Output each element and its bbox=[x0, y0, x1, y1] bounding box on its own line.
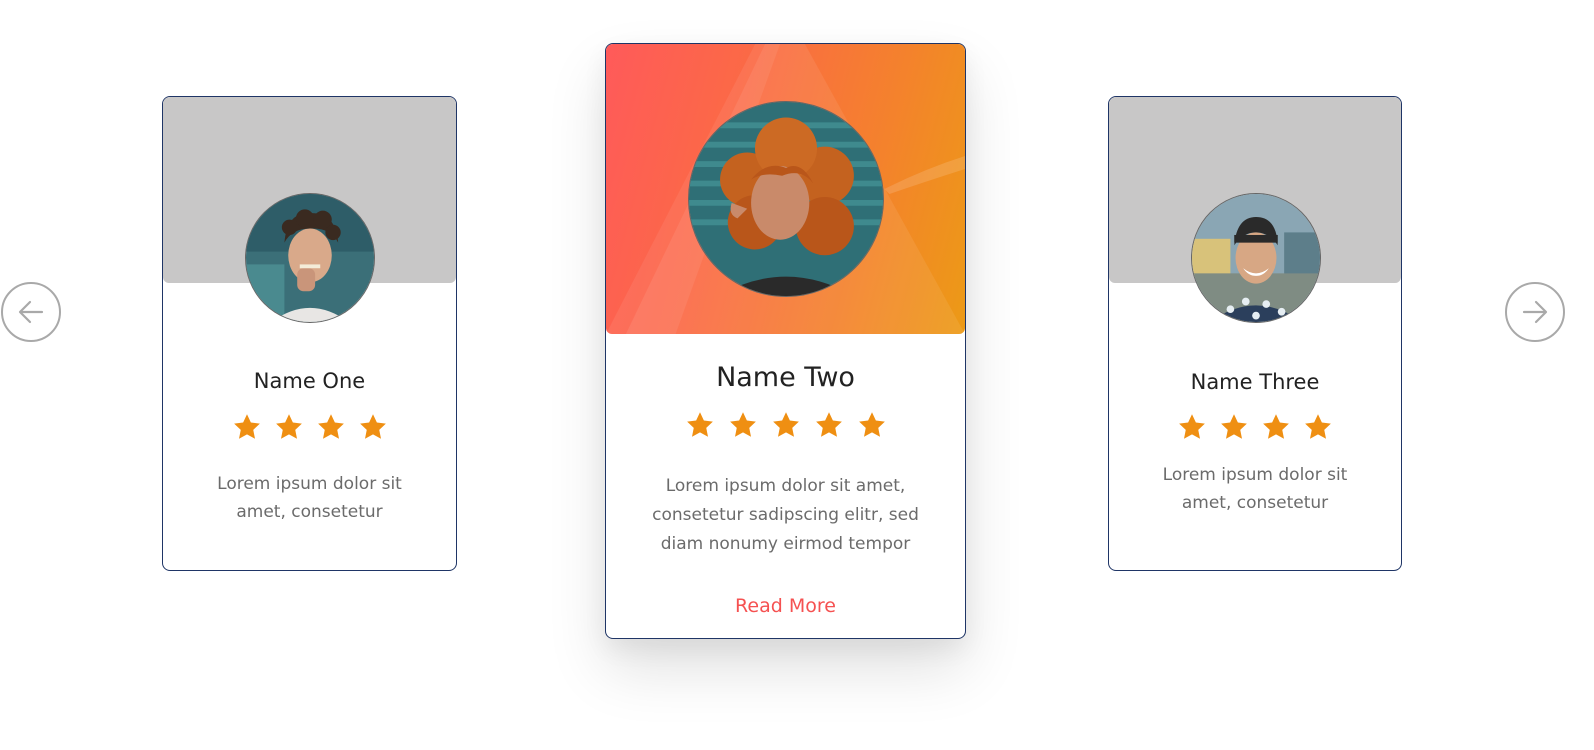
star-icon bbox=[232, 412, 262, 447]
avatar-image bbox=[1191, 193, 1321, 323]
star-icon bbox=[685, 410, 715, 445]
star-icon bbox=[358, 412, 388, 447]
star-icon bbox=[771, 410, 801, 445]
rating-stars bbox=[606, 410, 965, 445]
avatar-image bbox=[688, 101, 884, 297]
prev-button[interactable] bbox=[1, 282, 61, 342]
person-photo-icon bbox=[689, 102, 883, 296]
star-icon bbox=[274, 412, 304, 447]
rating-stars bbox=[1109, 412, 1401, 447]
arrow-left-icon bbox=[18, 300, 44, 324]
arrow-right-icon bbox=[1522, 300, 1548, 324]
review-text: Lorem ipsum dolor sit amet, consetetur bbox=[1162, 465, 1348, 513]
star-icon bbox=[857, 410, 887, 445]
review-text: Lorem ipsum dolor sit amet, consetetur bbox=[217, 474, 402, 522]
testimonial-card-three: Name Three Lorem ipsum dolor sit amet, c… bbox=[1108, 96, 1402, 571]
star-icon bbox=[1177, 412, 1207, 447]
review-text: Lorem ipsum dolor sit amet, consetetur s… bbox=[652, 476, 919, 554]
avatar-image bbox=[245, 193, 375, 323]
read-more-link[interactable]: Read More bbox=[606, 595, 965, 617]
star-icon bbox=[1219, 412, 1249, 447]
person-photo-icon bbox=[246, 194, 374, 322]
star-icon bbox=[814, 410, 844, 445]
testimonial-carousel: Name One Lorem ipsum dolor sit amet, con… bbox=[0, 0, 1594, 750]
testimonial-card-one: Name One Lorem ipsum dolor sit amet, con… bbox=[162, 96, 457, 571]
star-icon bbox=[316, 412, 346, 447]
reviewer-name: Name Three bbox=[1190, 370, 1320, 394]
rating-stars bbox=[163, 412, 456, 447]
star-icon bbox=[728, 410, 758, 445]
testimonial-card-two: Name Two Lorem ipsum dolor sit amet, con… bbox=[605, 43, 966, 639]
next-button[interactable] bbox=[1505, 282, 1565, 342]
star-icon bbox=[1261, 412, 1291, 447]
person-photo-icon bbox=[1192, 194, 1320, 322]
reviewer-name: Name Two bbox=[716, 362, 855, 393]
star-icon bbox=[1303, 412, 1333, 447]
reviewer-name: Name One bbox=[253, 369, 366, 393]
